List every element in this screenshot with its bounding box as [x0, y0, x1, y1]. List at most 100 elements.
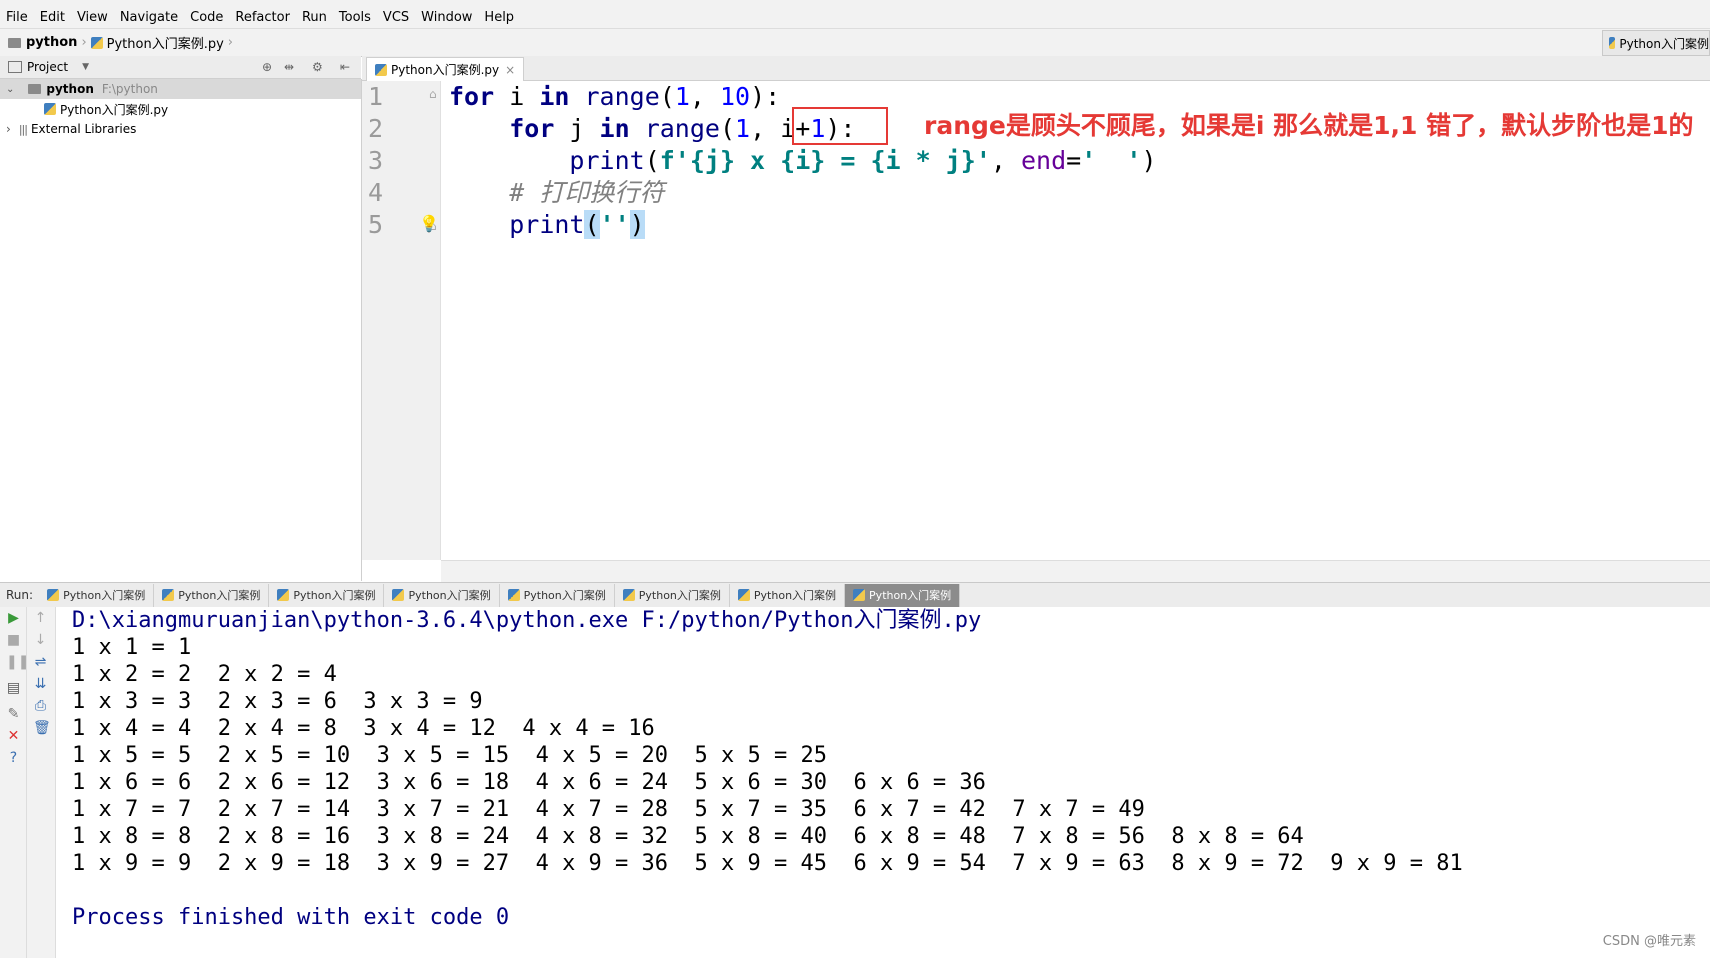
python-file-icon — [162, 589, 175, 601]
menu-edit[interactable]: Edit — [34, 10, 71, 25]
run-tab-label: Python入门案例 — [753, 589, 837, 602]
run-tab-label: Python入门案例 — [523, 589, 606, 602]
horizontal-scrollbar[interactable] — [441, 560, 1710, 582]
code-line-3: print(f'{j} x {i} = {i * j}', end=' ') — [569, 146, 1157, 175]
tree-item-label: python — [46, 82, 94, 96]
folder-icon — [28, 84, 42, 94]
run-tab[interactable]: Python入门案例 — [39, 583, 155, 607]
close-icon[interactable]: ✕ — [6, 729, 21, 744]
console-line: 1 x 5 = 5 2 x 5 = 10 3 x 5 = 15 4 x 5 = … — [72, 743, 827, 768]
run-label: Run: — [6, 588, 34, 602]
console-line: Process finished with exit code 0 — [72, 905, 510, 930]
menu-navigate[interactable]: Navigate — [114, 10, 184, 25]
menu-tools[interactable]: Tools — [333, 10, 377, 25]
menu-run[interactable]: Run — [296, 10, 333, 25]
menu-view[interactable]: View — [71, 10, 114, 25]
line-number: 5 — [368, 210, 384, 239]
tab-python-file[interactable]: Python入门案例.py × — [366, 57, 525, 81]
pause-icon[interactable]: ❚❚ — [6, 655, 29, 670]
tree-item-external-libraries[interactable]: › ||| External Libraries — [0, 119, 361, 139]
menu-bar: File Edit View Navigate Code Refactor Ru… — [0, 6, 1710, 28]
console-line: 1 x 7 = 7 2 x 7 = 14 3 x 7 = 21 4 x 7 = … — [72, 797, 1145, 822]
console-line: 1 x 1 = 1 — [72, 635, 192, 660]
menu-window[interactable]: Window — [415, 10, 478, 25]
annotation-text: range是顾头不顾尾，如果是i 那么就是1,1 错了，默认步阶也是1的 — [924, 111, 1694, 140]
python-file-icon — [277, 589, 290, 601]
python-file-icon — [507, 589, 520, 601]
run-toolbar-left: ▶ ■ ❚❚ ▤ ✎ ✕ ? — [0, 607, 29, 958]
menu-vcs[interactable]: VCS — [377, 10, 415, 25]
line-number: 4 — [368, 178, 384, 207]
run-tab-label: Python入门案例 — [63, 589, 146, 602]
up-arrow-icon[interactable]: ↑ — [33, 611, 48, 626]
menu-refactor[interactable]: Refactor — [229, 10, 296, 25]
hide-panel-icon[interactable]: ⇤ — [340, 60, 350, 74]
trash-icon[interactable]: 🗑 — [33, 721, 51, 736]
run-console[interactable]: D:\xiangmuruanjian\python-3.6.4\python.e… — [56, 607, 1710, 958]
run-tab[interactable]: Python入门案例 — [500, 583, 615, 607]
python-file-icon — [90, 36, 103, 49]
run-tab-active[interactable]: Python入门案例 — [845, 583, 961, 607]
code-editor[interactable]: for i in range(1, 10): for j in range(1,… — [419, 81, 1710, 560]
breadcrumb-separator-icon: › — [227, 35, 233, 50]
project-panel-title[interactable]: Project — [27, 60, 68, 74]
run-config-selector[interactable]: Python入门案例 — [1602, 30, 1710, 56]
run-tab[interactable]: Python入门案例 — [269, 583, 385, 607]
stop-icon[interactable]: ■ — [6, 633, 21, 648]
locate-icon[interactable]: ⊕ — [262, 60, 272, 74]
pin-icon[interactable]: ✎ — [6, 707, 21, 722]
chevron-right-icon[interactable]: › — [6, 122, 11, 136]
tree-item-python[interactable]: ⌄ python F:\python — [0, 79, 361, 99]
run-icon[interactable]: ▶ — [6, 611, 21, 626]
fold-icon[interactable]: ⌂ — [429, 87, 437, 101]
settings-gear-icon[interactable]: ⚙ — [312, 60, 323, 74]
run-tab[interactable]: Python入门案例 — [154, 583, 270, 607]
library-icon: ||| — [18, 122, 28, 136]
breadcrumb-file[interactable]: Python入门案例.py — [107, 33, 224, 52]
tree-item-file[interactable]: Python入门案例.py — [0, 99, 361, 119]
tree-item-path: F:\python — [101, 82, 158, 96]
run-tab[interactable]: Python入门案例 — [384, 583, 500, 607]
console-line: D:\xiangmuruanjian\python-3.6.4\python.e… — [72, 608, 982, 633]
breadcrumb-project[interactable]: python — [26, 35, 77, 50]
code-line-5: print('') — [509, 210, 645, 239]
menu-help[interactable]: Help — [478, 10, 520, 25]
run-tab-bar: Run: Python入门案例 Python入门案例 Python入门案例 Py… — [0, 582, 1710, 608]
help-icon[interactable]: ? — [6, 751, 21, 766]
tree-item-label: Python入门案例.py — [60, 102, 169, 117]
python-file-icon — [44, 103, 56, 115]
soft-wrap-icon[interactable]: ⇌ — [33, 655, 48, 670]
breadcrumb-separator-icon: › — [81, 35, 87, 50]
collapse-icon[interactable]: ⇹ — [284, 60, 294, 74]
scroll-to-end-icon[interactable]: ⇊ — [33, 677, 48, 692]
python-file-icon — [375, 63, 387, 76]
project-panel-header: Project ▼ ⊕ ⇹ ⚙ ⇤ — [0, 56, 361, 79]
folder-icon — [8, 37, 21, 48]
code-line-4: # 打印换行符 — [509, 178, 665, 207]
run-config-label: Python入门案例 — [1619, 36, 1709, 51]
menu-code[interactable]: Code — [184, 10, 229, 25]
close-icon[interactable]: × — [505, 63, 515, 77]
run-toolbar-right: ↑ ↓ ⇌ ⇊ ⎙ 🗑 — [27, 607, 56, 958]
run-tab[interactable]: Python入门案例 — [615, 583, 730, 607]
print-icon[interactable]: ⎙ — [33, 699, 48, 714]
run-tab[interactable]: Python入门案例 — [730, 583, 846, 607]
run-tab-label: Python入门案例 — [638, 589, 721, 602]
line-gutter: 1 2 3 4 5 ⌂ ⌂ — [362, 81, 441, 560]
console-line: 1 x 6 = 6 2 x 6 = 12 3 x 6 = 18 4 x 6 = … — [72, 770, 986, 795]
layout-icon[interactable]: ▤ — [6, 681, 21, 696]
run-tab-label: Python入门案例 — [408, 589, 491, 602]
project-view-icon — [8, 61, 22, 73]
chevron-down-icon[interactable]: ⌄ — [6, 84, 14, 95]
python-file-icon — [622, 589, 635, 601]
navigation-bar: python › Python入门案例.py › — [0, 28, 1710, 57]
menu-file[interactable]: File — [0, 10, 34, 25]
python-file-icon — [853, 589, 866, 601]
lightbulb-icon[interactable]: 💡 — [419, 214, 439, 233]
editor-tab-bar: Python入门案例.py × — [362, 56, 1710, 81]
down-arrow-icon[interactable]: ↓ — [33, 633, 48, 648]
run-tab-label: Python入门案例 — [869, 589, 952, 602]
line-number: 3 — [368, 146, 384, 175]
dropdown-arrow-icon[interactable]: ▼ — [82, 62, 89, 72]
tab-label: Python入门案例.py — [391, 63, 500, 77]
